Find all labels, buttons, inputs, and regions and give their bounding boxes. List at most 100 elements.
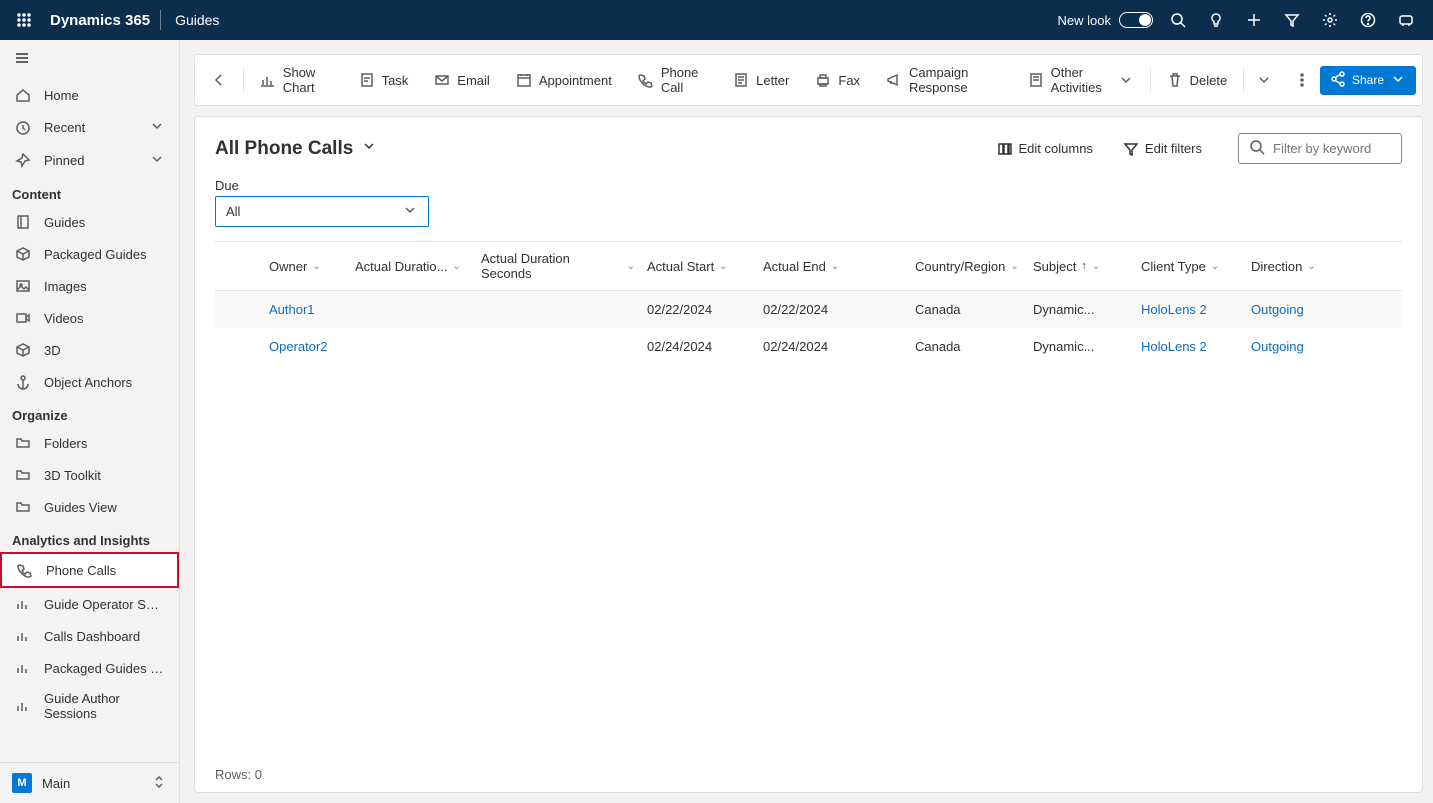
- appointment-button[interactable]: Appointment: [506, 66, 622, 94]
- cell-start: 02/24/2024: [641, 339, 757, 354]
- cell-subject: Dynamic...: [1027, 302, 1135, 317]
- nav-pinned[interactable]: Pinned: [0, 144, 179, 177]
- nav-guides[interactable]: Guides: [0, 206, 179, 238]
- fax-button[interactable]: Fax: [805, 66, 870, 94]
- chart-icon: [260, 72, 276, 88]
- help-button[interactable]: [1349, 0, 1387, 40]
- keyword-filter-input[interactable]: [1273, 141, 1391, 156]
- col-owner[interactable]: Owner⌄: [263, 251, 349, 281]
- settings-button[interactable]: [1311, 0, 1349, 40]
- nav-label: Folders: [44, 436, 87, 451]
- nav-3d-toolkit[interactable]: 3D Toolkit: [0, 459, 179, 491]
- nav-guides-view[interactable]: Guides View: [0, 491, 179, 523]
- row-select[interactable]: [215, 302, 263, 317]
- nav-label: Calls Dashboard: [44, 629, 140, 644]
- keyword-filter[interactable]: [1238, 133, 1402, 164]
- chevron-down-icon: ⌄: [1211, 261, 1219, 272]
- cell-start: 02/22/2024: [641, 302, 757, 317]
- campaign-response-button[interactable]: Campaign Response: [876, 59, 1012, 101]
- filter-button[interactable]: [1273, 0, 1311, 40]
- assistant-button[interactable]: [1387, 0, 1425, 40]
- search-button[interactable]: [1159, 0, 1197, 40]
- overflow-button[interactable]: [1290, 66, 1314, 94]
- cell-owner[interactable]: Operator2: [263, 339, 349, 354]
- edit-filters-button[interactable]: Edit filters: [1115, 135, 1210, 163]
- lightbulb-button[interactable]: [1197, 0, 1235, 40]
- share-button[interactable]: Share: [1320, 66, 1416, 95]
- new-look-toggle[interactable]: New look: [1058, 12, 1153, 28]
- nav-packaged-guides[interactable]: Packaged Guides: [0, 238, 179, 270]
- nav-guide-author-sessions[interactable]: Guide Author Sessions: [0, 684, 179, 728]
- nav-calls-dashboard[interactable]: Calls Dashboard: [0, 620, 179, 652]
- nav-3d[interactable]: 3D: [0, 334, 179, 366]
- cell-direction[interactable]: Outgoing: [1245, 339, 1345, 354]
- col-client-type[interactable]: Client Type ⌄: [1135, 251, 1245, 281]
- col-direction[interactable]: Direction⌄: [1245, 251, 1345, 281]
- cell-owner[interactable]: Author1: [263, 302, 349, 317]
- email-button[interactable]: Email: [424, 66, 500, 94]
- nav-recent[interactable]: Recent: [0, 111, 179, 144]
- phone-call-button[interactable]: Phone Call: [628, 59, 717, 101]
- separator: [243, 69, 244, 91]
- edit-columns-button[interactable]: Edit columns: [989, 135, 1101, 163]
- hamburger-button[interactable]: [0, 40, 179, 79]
- view-selector[interactable]: All Phone Calls: [215, 138, 377, 160]
- nav-videos[interactable]: Videos: [0, 302, 179, 334]
- nav-object-anchors[interactable]: Object Anchors: [0, 366, 179, 398]
- col-actual-end[interactable]: Actual End⌄: [757, 251, 909, 281]
- cell-duration: [349, 339, 475, 354]
- package-icon: [14, 245, 32, 263]
- app-launcher[interactable]: [8, 4, 40, 36]
- chart-icon: [14, 595, 32, 613]
- col-select[interactable]: [215, 251, 263, 281]
- col-label: Direction: [1251, 259, 1302, 274]
- nav-packaged-guides-op[interactable]: Packaged Guides Op...: [0, 652, 179, 684]
- area-switcher[interactable]: M Main: [0, 762, 179, 803]
- task-button[interactable]: Task: [349, 66, 419, 94]
- delete-dropdown[interactable]: [1250, 66, 1278, 94]
- command-bar: Show Chart Task Email Appointment Phone …: [194, 54, 1423, 106]
- nav-guide-operator-sessions[interactable]: Guide Operator Sessi...: [0, 588, 179, 620]
- col-label: Subject: [1033, 259, 1076, 274]
- col-country[interactable]: Country/Region⌄: [909, 251, 1027, 281]
- cell-client[interactable]: HoloLens 2: [1135, 339, 1245, 354]
- col-actual-duration[interactable]: Actual Duratio...⌄: [349, 251, 475, 281]
- delete-button[interactable]: Delete: [1157, 66, 1238, 94]
- back-button[interactable]: [201, 66, 237, 94]
- col-actual-start[interactable]: Actual Start⌄: [641, 251, 757, 281]
- other-activities-button[interactable]: Other Activities: [1018, 59, 1144, 101]
- table-row[interactable]: Author1 02/22/2024 02/22/2024 Canada Dyn…: [215, 291, 1402, 328]
- nav-phone-calls[interactable]: Phone Calls: [0, 552, 179, 588]
- cmd-label: Campaign Response: [909, 65, 1002, 95]
- grid-body: Author1 02/22/2024 02/22/2024 Canada Dyn…: [215, 291, 1402, 365]
- cmd-label: Other Activities: [1051, 65, 1111, 95]
- letter-button[interactable]: Letter: [723, 66, 799, 94]
- nav-label: Packaged Guides: [44, 247, 147, 262]
- due-select[interactable]: All: [215, 196, 429, 227]
- col-actual-duration-seconds[interactable]: Actual Duration Seconds⌄: [475, 251, 641, 281]
- video-icon: [14, 309, 32, 327]
- nav-folders[interactable]: Folders: [0, 427, 179, 459]
- nav-label: Recent: [44, 120, 85, 135]
- calendar-icon: [516, 72, 532, 88]
- add-button[interactable]: [1235, 0, 1273, 40]
- col-subject[interactable]: Subject↑⌄: [1027, 251, 1135, 281]
- cell-client[interactable]: HoloLens 2: [1135, 302, 1245, 317]
- cell-direction[interactable]: Outgoing: [1245, 302, 1345, 317]
- show-chart-button[interactable]: Show Chart: [250, 59, 343, 101]
- nav-images[interactable]: Images: [0, 270, 179, 302]
- cmd-label: Task: [382, 73, 409, 88]
- col-label: Client Type: [1141, 259, 1206, 274]
- table-row[interactable]: Operator2 02/24/2024 02/24/2024 Canada D…: [215, 328, 1402, 365]
- row-select[interactable]: [215, 339, 263, 354]
- nav-home[interactable]: Home: [0, 79, 179, 111]
- col-label: Country/Region: [915, 259, 1005, 274]
- section-organize: Organize: [0, 398, 179, 427]
- cmd-label: Letter: [756, 73, 789, 88]
- app-name: Guides: [161, 12, 233, 28]
- chevron-down-icon: [402, 202, 418, 221]
- col-label: Actual Duration Seconds: [481, 251, 622, 281]
- area-label: Main: [42, 776, 70, 791]
- nav-label: Guides: [44, 215, 85, 230]
- chart-icon: [14, 697, 32, 715]
